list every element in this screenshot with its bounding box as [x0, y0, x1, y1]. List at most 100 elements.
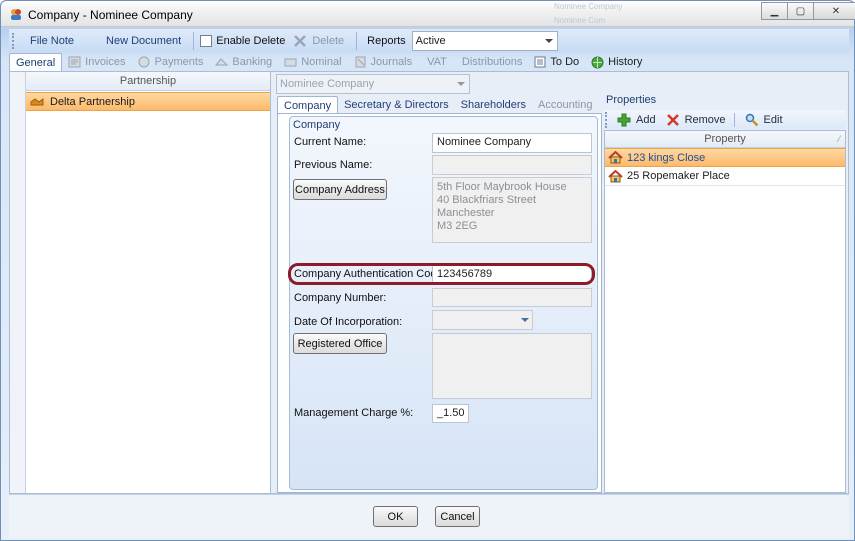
tab-invoices-label: Invoices — [85, 56, 126, 68]
tab-distributions[interactable]: Distributions — [456, 53, 529, 71]
partnership-column-header[interactable]: Partnership — [26, 72, 270, 91]
remove-x-icon — [666, 113, 679, 126]
table-row[interactable]: 25 Ropemaker Place — [605, 167, 845, 186]
tab-todo-label: To Do — [550, 56, 580, 68]
enable-delete-checkbox[interactable] — [200, 35, 213, 47]
remove-label: Remove — [684, 113, 726, 126]
edit-property-button[interactable]: Edit — [745, 113, 783, 127]
add-property-button[interactable]: Add — [617, 113, 656, 127]
tab-journals[interactable]: Journals — [348, 53, 419, 71]
file-note-button[interactable]: File Note — [30, 35, 74, 47]
chevron-down-icon — [521, 318, 529, 322]
previous-name-field[interactable] — [432, 155, 592, 175]
tab-nominal[interactable]: Nominal — [278, 53, 347, 71]
delete-button[interactable]: Delete — [293, 34, 344, 48]
payments-icon — [138, 56, 151, 68]
delete-x-icon — [294, 35, 307, 47]
new-document-button[interactable]: New Document — [106, 35, 181, 47]
add-plus-icon — [617, 113, 631, 126]
auth-code-highlight — [288, 263, 595, 285]
add-label: Add — [636, 113, 656, 126]
close-icon[interactable]: ✕ — [813, 2, 855, 20]
tab-secretary-directors[interactable]: Secretary & Directors — [338, 97, 455, 114]
tab-banking[interactable]: Banking — [209, 53, 278, 71]
enable-delete-label: Enable Delete — [216, 35, 286, 47]
tab-accounting[interactable]: Accounting — [532, 97, 598, 114]
address-line: 40 Blackfriars Street — [437, 194, 537, 206]
tab-vat[interactable]: VAT — [418, 53, 456, 71]
company-window: Company - Nominee Company Nominee Compan… — [0, 0, 855, 541]
registered-office-field[interactable] — [432, 333, 592, 399]
partnership-list: Partnership Delta Partnership — [26, 72, 271, 493]
management-charge-field[interactable]: _1.50 — [432, 404, 469, 423]
toolbar-separator — [193, 32, 195, 50]
tab-banking-label: Banking — [232, 56, 273, 68]
company-group-title: Company — [293, 119, 341, 131]
tab-history-label: History — [608, 56, 643, 68]
reports-button[interactable]: Reports — [367, 35, 406, 47]
remove-property-button[interactable]: Remove — [666, 113, 726, 127]
tab-general[interactable]: General — [9, 53, 63, 71]
minimize-icon[interactable]: ▁ — [761, 2, 788, 20]
sort-icon: ⁄ — [838, 134, 840, 144]
toolbar-grip[interactable] — [605, 111, 609, 128]
tab-distributions-label: Distributions — [461, 56, 523, 68]
current-name-field[interactable]: Nominee Company — [432, 133, 592, 153]
chevron-down-icon — [544, 39, 553, 43]
address-line: Manchester — [437, 207, 495, 219]
invoice-icon — [68, 56, 81, 68]
house-icon — [608, 169, 623, 183]
nominal-icon — [284, 56, 297, 68]
tab-invoices[interactable]: Invoices — [62, 53, 131, 71]
ok-button[interactable]: OK — [373, 506, 418, 527]
partnership-icon — [30, 97, 44, 107]
address-line: M3 2EG — [437, 220, 478, 232]
house-icon — [608, 151, 623, 164]
tab-company[interactable]: Company — [277, 96, 339, 114]
company-address-button[interactable]: Company Address — [293, 179, 387, 200]
tab-todo[interactable]: To Do — [528, 53, 585, 71]
maximize-icon[interactable]: ▢ — [787, 2, 814, 20]
properties-toolbar: Add Remove Edit — [604, 110, 846, 129]
delete-label: Delete — [312, 35, 345, 47]
toolbar-separator — [733, 112, 735, 127]
tab-payments[interactable]: Payments — [132, 53, 210, 71]
title-bar[interactable]: Company - Nominee Company Nominee Compan… — [1, 1, 855, 27]
status-value: Active — [415, 35, 446, 47]
tab-shareholders[interactable]: Shareholders — [455, 97, 532, 114]
left-rail — [10, 72, 26, 493]
tab-journals-label: Journals — [370, 56, 413, 68]
chevron-down-icon — [457, 82, 465, 86]
tab-nominal-label: Nominal — [301, 56, 342, 68]
property-column-header[interactable]: Property ⁄ — [605, 131, 845, 148]
toolbar-separator — [356, 32, 358, 50]
list-item[interactable]: Delta Partnership — [26, 92, 270, 111]
company-sub-tabs: Company Secretary & Directors Shareholde… — [277, 96, 598, 114]
company-app-icon — [9, 7, 23, 21]
tab-history[interactable]: History — [585, 53, 648, 71]
property-name: 123 kings Close — [627, 151, 706, 164]
edit-label: Edit — [763, 113, 783, 126]
partnership-name: Delta Partnership — [50, 95, 135, 108]
tab-vat-label: VAT — [427, 56, 447, 68]
date-incorporation-label: Date Of Incorporation: — [294, 316, 403, 328]
journals-icon — [354, 56, 367, 68]
edit-magnifier-icon — [745, 113, 758, 126]
date-incorporation-picker[interactable] — [432, 310, 533, 330]
properties-list: Property ⁄ 123 kings Close 25 Ropemaker … — [604, 130, 846, 493]
company-number-label: Company Number: — [294, 292, 387, 304]
ghost-text: Nominee Com — [554, 16, 606, 25]
registered-office-button[interactable]: Registered Office — [293, 333, 387, 354]
cancel-button[interactable]: Cancel — [435, 506, 480, 527]
company-address-field[interactable]: 5th Floor Maybrook House 40 Blackfriars … — [432, 177, 592, 243]
status-dropdown[interactable]: Active — [411, 31, 558, 51]
window-title: Company - Nominee Company — [28, 8, 193, 22]
previous-name-label: Previous Name: — [294, 159, 373, 171]
company-select-value: Nominee Company — [280, 78, 375, 90]
nav-tabs: General Invoices Payments Banking Nomina… — [9, 53, 849, 71]
tab-general-label: General — [16, 56, 56, 69]
toolbar-grip[interactable] — [12, 33, 16, 49]
table-row[interactable]: 123 kings Close — [605, 148, 845, 167]
company-number-field[interactable] — [432, 288, 592, 307]
company-select-dropdown[interactable]: Nominee Company — [276, 74, 470, 94]
